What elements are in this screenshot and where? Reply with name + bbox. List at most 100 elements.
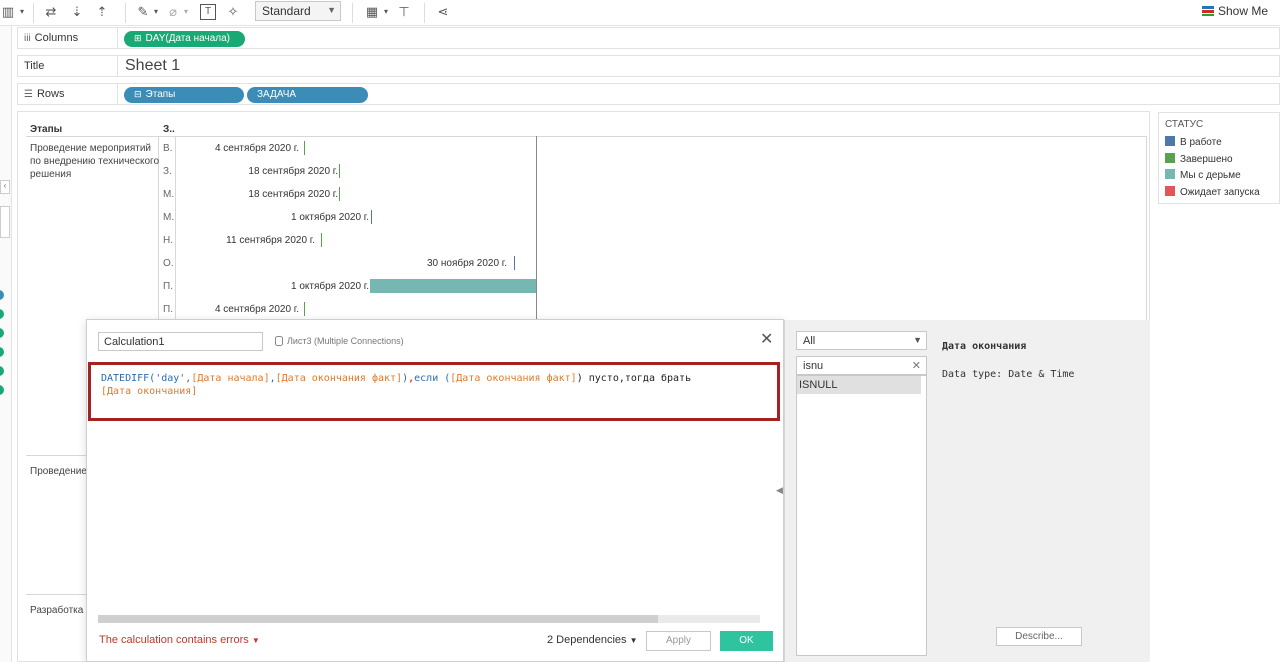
show-labels-icon[interactable]: T — [200, 4, 216, 20]
task-label: З. — [163, 166, 172, 177]
gantt-bar[interactable] — [371, 210, 372, 224]
field-dot-icon — [0, 366, 4, 376]
describe-button[interactable]: Describe... — [996, 627, 1082, 646]
rows-shelf-label: ☰ Rows — [18, 84, 118, 104]
date-label: 18 сентября 2020 г. — [248, 166, 338, 177]
gantt-bar[interactable] — [304, 141, 305, 155]
sort-descending-icon[interactable]: ⇡ — [94, 4, 110, 20]
columns-pill-day[interactable]: ⊞ DAY(Дата начала) — [124, 31, 245, 47]
stage-label: Проведение мероприятий по внедрению техн… — [30, 143, 160, 180]
sheet-title[interactable]: Sheet 1 — [123, 56, 182, 76]
legend-item[interactable]: В работе — [1165, 136, 1273, 153]
rows-icon: ☰ — [24, 89, 33, 100]
task-label: М. — [163, 212, 175, 223]
share-icon[interactable]: ⋖ — [435, 4, 451, 20]
field-dot-icon — [0, 309, 4, 319]
highlight-caret-icon[interactable]: ▾ — [152, 4, 160, 20]
date-label: 30 ноября 2020 г. — [427, 258, 507, 269]
date-label: 4 сентября 2020 г. — [214, 143, 299, 154]
function-list[interactable]: ISNULL — [796, 375, 927, 656]
gantt-bar[interactable] — [321, 233, 322, 247]
header-etapy: Этапы — [30, 124, 63, 135]
columns-icon: iii — [24, 33, 31, 44]
axis-line — [536, 136, 537, 321]
calculation-name-input[interactable]: Calculation1 — [98, 332, 263, 351]
horizontal-scrollbar[interactable] — [98, 615, 760, 623]
formula-editor[interactable]: DATEDIFF('day',[Дата начала],[Дата оконч… — [88, 362, 780, 421]
rows-pill-zadacha[interactable]: ЗАДАЧА — [247, 87, 368, 103]
collapse-panel-icon[interactable]: ◀ — [776, 485, 783, 496]
group-caret-icon[interactable]: ▾ — [182, 4, 190, 20]
paperclip-icon[interactable]: ⌀ — [166, 4, 180, 20]
date-label: 18 сентября 2020 г. — [248, 189, 338, 200]
highlight-icon[interactable]: ✎ — [136, 4, 150, 20]
dependencies-button[interactable]: 2 Dependencies ▼ — [547, 634, 638, 646]
collapse-icon: ⊟ — [134, 89, 142, 99]
task-label: О. — [163, 258, 174, 269]
field-dot-icon — [0, 385, 4, 395]
rows-pill-etapy[interactable]: ⊟ Этапы — [124, 87, 244, 103]
dropdown-caret-icon[interactable]: ▾ — [18, 4, 26, 20]
chart-type-icon[interactable]: ▦ — [363, 4, 381, 20]
chevron-down-icon: ▼ — [629, 636, 638, 645]
close-icon[interactable]: ✕ — [760, 332, 773, 348]
clear-sheet-icon[interactable]: ▥ — [0, 4, 16, 20]
sort-ascending-icon[interactable]: ⇣ — [69, 4, 85, 20]
pane-toggle-icon[interactable]: ‹ — [0, 180, 10, 194]
pin-icon[interactable]: ✧ — [226, 4, 240, 20]
data-pane-edge: ‹ — [0, 26, 12, 662]
chevron-down-icon: ▼ — [327, 5, 336, 15]
datasource-label: Лист3 (Multiple Connections) — [275, 336, 404, 346]
date-label: 1 октября 2020 г. — [291, 212, 369, 223]
gantt-bar[interactable] — [370, 279, 536, 293]
function-help-description: Data type: Date & Time — [942, 369, 1075, 380]
gantt-bar[interactable] — [339, 164, 340, 178]
show-me-button[interactable]: Show Me — [1201, 4, 1268, 18]
field-dot-icon — [0, 347, 4, 357]
toolbar: ▥ ▾ ⇄ ⇣ ⇡ ✎ ▾ ⌀ ▾ T ✧ Standard ▼ ▦ ▾ ⊤ ⋖… — [0, 0, 1280, 26]
mark-size-value: Standard — [262, 4, 311, 18]
clear-search-icon[interactable]: ✕ — [912, 359, 921, 372]
task-label: П. — [163, 281, 173, 292]
color-swatch — [1165, 169, 1175, 179]
gantt-bar[interactable] — [339, 187, 340, 201]
chevron-down-icon: ▼ — [251, 636, 260, 645]
rows-shelf[interactable]: ☰ Rows ⊟ Этапы ЗАДАЧА — [17, 83, 1280, 105]
legend-item[interactable]: Завершено — [1165, 152, 1273, 170]
gantt-bar[interactable] — [304, 302, 305, 316]
function-item-isnull[interactable]: ISNULL — [797, 376, 921, 394]
legend-item[interactable]: Ожидает запуска — [1165, 185, 1273, 203]
task-label: П. — [163, 304, 173, 315]
header-zadacha: З.. — [163, 124, 175, 135]
title-shelf-label: Title — [18, 56, 118, 76]
show-me-icon — [1201, 6, 1214, 16]
ok-button[interactable]: OK — [720, 631, 773, 651]
columns-shelf[interactable]: iii Columns ⊞ DAY(Дата начала) — [17, 27, 1280, 49]
apply-button[interactable]: Apply — [646, 631, 711, 651]
field-dot-icon — [0, 328, 4, 338]
chevron-down-icon: ▼ — [913, 335, 922, 345]
legend-item[interactable]: Мы с дерьме — [1165, 169, 1273, 186]
color-swatch — [1165, 136, 1175, 146]
swap-rows-columns-icon[interactable]: ⇄ — [43, 4, 59, 20]
color-swatch — [1165, 152, 1175, 163]
title-shelf: Title Sheet 1 — [17, 55, 1280, 77]
task-label: В. — [163, 143, 173, 154]
show-me-label: Show Me — [1217, 4, 1268, 18]
chart-caret-icon[interactable]: ▾ — [382, 4, 390, 20]
color-swatch — [1165, 185, 1175, 196]
mark-size-select[interactable]: Standard ▼ — [255, 1, 341, 21]
calculation-dialog: Calculation1 Лист3 (Multiple Connections… — [86, 319, 784, 662]
date-label: 11 сентября 2020 г. — [226, 235, 315, 246]
gantt-bar[interactable] — [514, 256, 515, 270]
presentation-icon[interactable]: ⊤ — [396, 4, 412, 20]
columns-shelf-label: iii Columns — [18, 28, 118, 48]
error-message[interactable]: The calculation contains errors ▼ — [99, 634, 260, 646]
task-label: Н. — [163, 235, 173, 246]
task-label: М. — [163, 189, 175, 200]
status-legend[interactable]: СТАТУС В работе Завершено Мы с дерьме Ож… — [1158, 112, 1280, 204]
scrollbar-thumb[interactable] — [98, 615, 658, 623]
function-category-select[interactable]: All ▼ — [796, 331, 927, 350]
date-label: 4 сентября 2020 г. — [214, 304, 299, 315]
function-search-input[interactable]: isnu ✕ — [796, 356, 927, 375]
